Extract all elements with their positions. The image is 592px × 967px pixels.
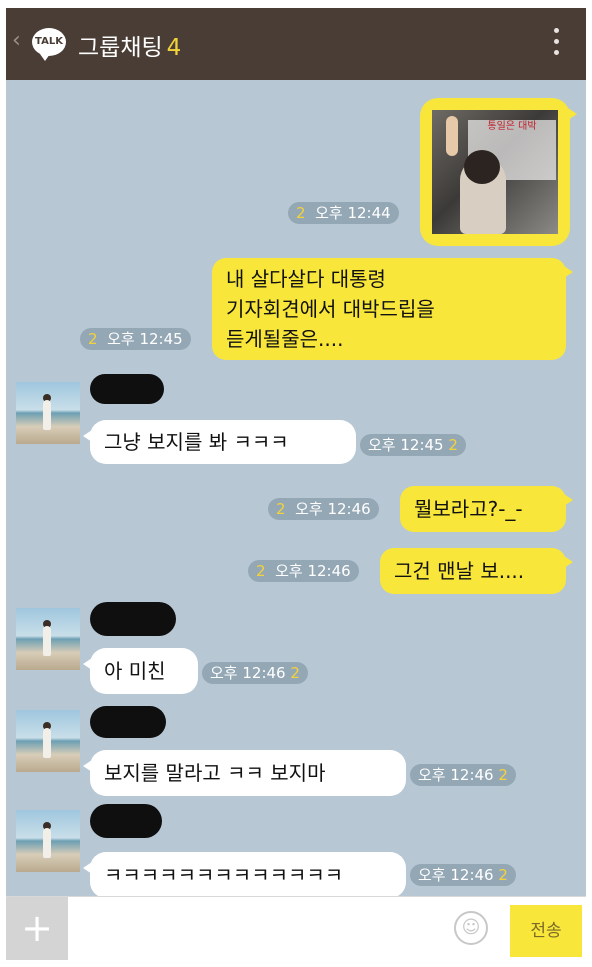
- photo-head: [464, 150, 500, 184]
- emoticon-icon[interactable]: ☺: [454, 911, 488, 945]
- photo-hand: [446, 116, 458, 156]
- unread-count: 2: [498, 766, 508, 784]
- message-time: 오후 12:44: [315, 204, 391, 222]
- unread-count: 2: [296, 204, 306, 222]
- message-list[interactable]: 2 오후 12:44 통일은 대박 2 오후 12:45 내 살다살다 대통령 …: [6, 80, 586, 896]
- talk-logo-icon: TALK: [32, 28, 66, 61]
- message-line: 내 살다살다 대통령: [226, 267, 386, 291]
- message-text: 그냥 보지를 봐 ㅋㅋㅋ: [104, 430, 289, 454]
- message-line: 기자회견에서 대박드립을: [226, 297, 435, 321]
- avatar[interactable]: [16, 608, 80, 670]
- unread-count: 2: [448, 436, 458, 454]
- unread-count: 2: [88, 330, 98, 348]
- send-button[interactable]: 전송: [510, 905, 582, 957]
- message-time: 오후 12:46: [295, 500, 371, 518]
- unread-count: 2: [290, 664, 300, 682]
- avatar[interactable]: [16, 382, 80, 444]
- image-message[interactable]: 통일은 대박: [420, 98, 577, 246]
- message-time: 오후 12:46: [210, 664, 286, 682]
- shared-photo[interactable]: 통일은 대박: [432, 110, 558, 234]
- message-bubble[interactable]: 아 미친: [83, 648, 198, 694]
- message-meta: 오후 12:45 2: [360, 434, 466, 456]
- message-meta: 2 오후 12:44: [288, 202, 399, 224]
- message-time: 오후 12:46: [418, 766, 494, 784]
- message-meta: 2 오후 12:45: [80, 328, 191, 350]
- member-count: 4: [166, 35, 182, 61]
- message-time: 오후 12:45: [107, 330, 183, 348]
- message-bubble[interactable]: 그건 맨날 보....: [380, 548, 573, 594]
- message-meta: 오후 12:46 2: [410, 764, 516, 786]
- message-text: 보지를 말라고 ㅋㅋ 보지마: [104, 761, 326, 785]
- unread-count: 2: [256, 562, 266, 580]
- message-meta: 오후 12:46 2: [202, 662, 308, 684]
- more-menu-icon[interactable]: [554, 28, 560, 61]
- chat-title: 그룹채팅 4: [78, 28, 181, 62]
- message-composer: + ☺ 전송: [6, 896, 586, 960]
- avatar[interactable]: [16, 810, 80, 872]
- message-bubble[interactable]: 내 살다살다 대통령 기자회견에서 대박드립을 듣게될줄은....: [212, 258, 573, 360]
- message-time: 오후 12:46: [418, 866, 494, 884]
- back-arrow-icon[interactable]: ‹: [12, 28, 21, 53]
- attach-plus-button[interactable]: +: [6, 897, 68, 960]
- chat-title-text: 그룹채팅: [78, 35, 163, 61]
- message-line: 듣게될줄은....: [226, 327, 344, 351]
- message-text: 뭘보라고?-_-: [414, 497, 523, 521]
- message-text: ㅋㅋㅋㅋㅋㅋㅋㅋㅋㅋㅋㅋㅋ: [104, 863, 344, 887]
- message-bubble[interactable]: ㅋㅋㅋㅋㅋㅋㅋㅋㅋㅋㅋㅋㅋ: [83, 852, 406, 896]
- message-text: 아 미친: [104, 659, 166, 683]
- message-input[interactable]: [74, 907, 448, 953]
- unread-count: 2: [276, 500, 286, 518]
- message-time: 오후 12:46: [275, 562, 351, 580]
- message-bubble[interactable]: 그냥 보지를 봐 ㅋㅋㅋ: [83, 420, 356, 464]
- redacted-sender-name: [90, 602, 176, 636]
- unread-count: 2: [498, 866, 508, 884]
- redacted-sender-name: [90, 804, 162, 838]
- message-meta: 2 오후 12:46: [268, 498, 379, 520]
- message-bubble[interactable]: 뭘보라고?-_-: [400, 486, 573, 532]
- avatar[interactable]: [16, 710, 80, 772]
- message-meta: 오후 12:46 2: [410, 864, 516, 886]
- message-text: 그건 맨날 보....: [394, 559, 525, 583]
- redacted-sender-name: [90, 706, 166, 738]
- message-time: 오후 12:45: [368, 436, 444, 454]
- chat-header: ‹ TALK 그룹채팅 4: [6, 8, 586, 80]
- redacted-sender-name: [90, 374, 164, 404]
- message-meta: 2 오후 12:46: [248, 560, 359, 582]
- chat-screen: ‹ TALK 그룹채팅 4 2 오후 12:44 통일은 대박 2 오후 12:4…: [6, 8, 586, 960]
- message-bubble[interactable]: 보지를 말라고 ㅋㅋ 보지마: [83, 750, 406, 796]
